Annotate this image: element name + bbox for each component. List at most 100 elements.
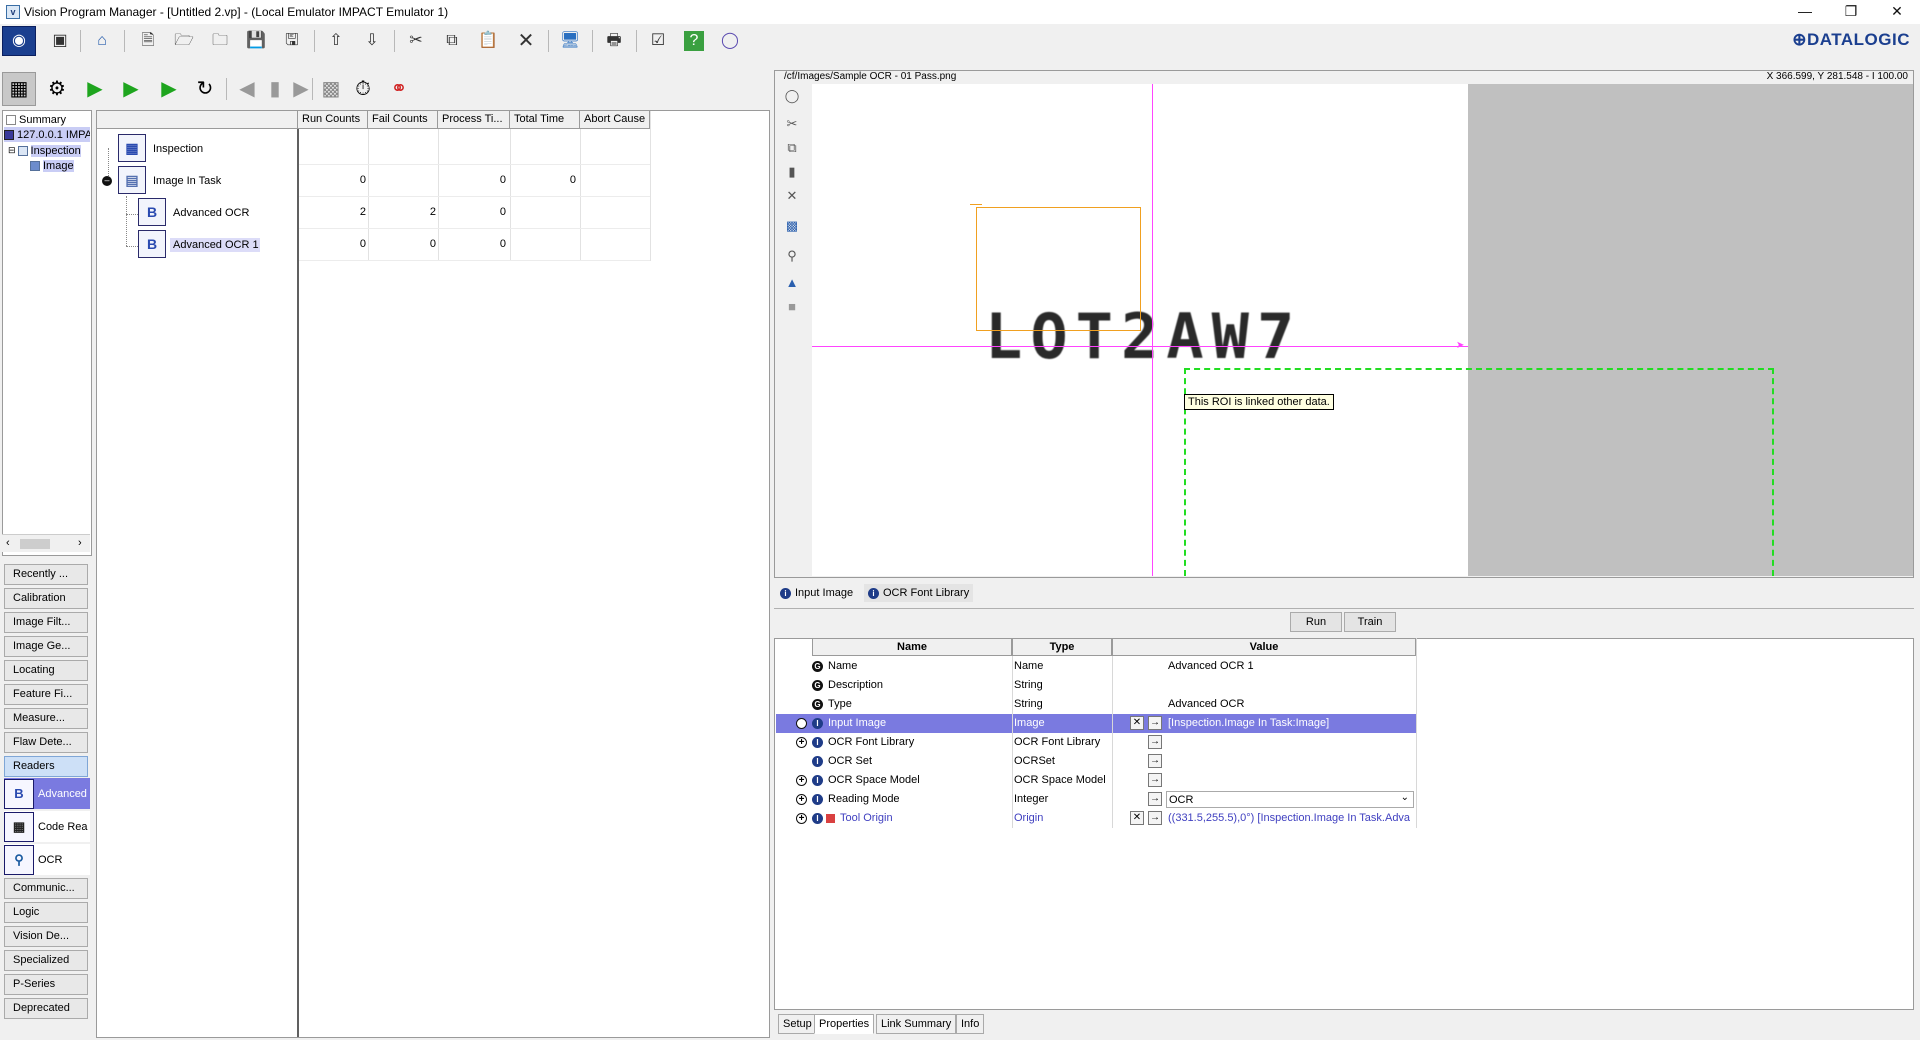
reading-mode-select[interactable]: OCR ⌄: [1166, 791, 1414, 808]
folder-button[interactable]: 🗀: [206, 28, 234, 54]
vision-mode-button[interactable]: ◉: [2, 26, 36, 56]
run-tool-button[interactable]: Run: [1290, 612, 1342, 632]
category-readers[interactable]: Readers: [4, 756, 88, 777]
column-fail-counts[interactable]: Fail Counts: [368, 111, 438, 129]
delete-tool[interactable]: ✕: [782, 186, 802, 206]
settings-button[interactable]: ⚙: [40, 72, 74, 106]
tab-properties[interactable]: Properties: [814, 1014, 875, 1034]
run-button[interactable]: ▶: [78, 72, 112, 106]
monitor-button[interactable]: 🖥: [556, 28, 584, 54]
tool-advanced-ocr[interactable]: B Advanced: [4, 778, 90, 809]
train-button[interactable]: Train: [1344, 612, 1396, 632]
minimize-button[interactable]: —: [1782, 0, 1828, 24]
close-window-button[interactable]: ✕: [1874, 0, 1920, 24]
tree-item-inspection[interactable]: ⊟ Inspection: [8, 143, 90, 158]
paste-button[interactable]: 📋: [474, 28, 502, 54]
tab-info[interactable]: Info: [956, 1014, 985, 1034]
column-process-time[interactable]: Process Ti...: [438, 111, 510, 129]
link-button[interactable]: →: [1148, 716, 1162, 730]
save-all-button[interactable]: 🖫: [278, 28, 306, 54]
roi-handle[interactable]: [970, 204, 982, 205]
task-row-image-in-task[interactable]: ▤: [118, 166, 146, 194]
overlay-tool[interactable]: ▩: [782, 216, 802, 236]
task-row-inspection[interactable]: ▦: [118, 134, 146, 162]
upload-button[interactable]: ⇧: [322, 28, 350, 54]
prop-value[interactable]: ((331.5,255.5),0°) [Inspection.Image In …: [1168, 809, 1414, 828]
tree-item-summary[interactable]: Summary: [6, 112, 90, 127]
column-total-time[interactable]: Total Time: [510, 111, 580, 129]
expand-icon[interactable]: +: [796, 813, 807, 824]
link-button[interactable]: →: [1148, 754, 1162, 768]
collapse-icon[interactable]: –: [102, 176, 112, 186]
restore-button[interactable]: ❐: [1828, 0, 1874, 24]
tree-horizontal-scrollbar[interactable]: ‹ ›: [2, 534, 90, 552]
link-button[interactable]: →: [1148, 773, 1162, 787]
category-vision-devices[interactable]: Vision De...: [4, 926, 88, 947]
copy-tool[interactable]: ⧉: [782, 138, 802, 158]
category-p-series[interactable]: P-Series: [4, 974, 88, 995]
prop-value[interactable]: [Inspection.Image In Task:Image]: [1168, 714, 1414, 733]
tab-input-image[interactable]: i Input Image: [780, 584, 853, 602]
new-button[interactable]: 🗎: [134, 28, 162, 54]
prop-row-ocr-space-model[interactable]: + I OCR Space Model OCR Space Model →: [776, 771, 1416, 790]
column-run-counts[interactable]: Run Counts: [298, 111, 368, 129]
category-recently[interactable]: Recently ...: [4, 564, 88, 585]
home-button[interactable]: ⌂: [88, 28, 116, 54]
timer-button[interactable]: ⏱: [346, 72, 380, 106]
category-image-geometry[interactable]: Image Ge...: [4, 636, 88, 657]
task-row-advanced-ocr-1[interactable]: B: [138, 230, 166, 258]
download-button[interactable]: ⇩: [358, 28, 386, 54]
tool-ocr[interactable]: ⚲ OCR: [4, 844, 90, 875]
link-button[interactable]: →: [1148, 735, 1162, 749]
pointer-tool[interactable]: ◯: [782, 86, 802, 106]
fit-tool[interactable]: ■: [782, 296, 802, 316]
delete-button[interactable]: ✕: [512, 28, 540, 54]
category-deprecated[interactable]: Deprecated: [4, 998, 88, 1019]
prop-value[interactable]: [1168, 733, 1414, 752]
expand-icon[interactable]: +: [796, 794, 807, 805]
prop-row-input-image[interactable]: + I Input Image Image ✕ → [Inspection.Im…: [776, 714, 1416, 733]
prop-value[interactable]: [1168, 752, 1414, 771]
checklist-button[interactable]: ☑: [644, 28, 672, 54]
zoom-tool[interactable]: ⚲: [782, 246, 802, 266]
cut-tool[interactable]: ✂: [782, 114, 802, 134]
category-specialized[interactable]: Specialized: [4, 950, 88, 971]
tab-setup[interactable]: Setup: [778, 1014, 817, 1034]
link-button[interactable]: →: [1148, 792, 1162, 806]
category-feature-finding[interactable]: Feature Fi...: [4, 684, 88, 705]
tree-item-device[interactable]: 127.0.0.1 IMPA: [4, 127, 90, 142]
prop-value[interactable]: [1168, 676, 1414, 695]
tool-code-reader[interactable]: ▦ Code Rea: [4, 811, 90, 842]
cut-button[interactable]: ✂: [402, 28, 430, 54]
prop-value[interactable]: [1168, 771, 1414, 790]
prop-row-type[interactable]: G Type String Advanced OCR: [776, 695, 1416, 714]
copy-button[interactable]: ⧉: [438, 28, 466, 54]
scroll-left-icon[interactable]: ‹: [6, 537, 10, 549]
roi-search-region[interactable]: [976, 207, 1141, 331]
step-run-button[interactable]: ▶: [114, 72, 148, 106]
prop-row-ocr-font-library[interactable]: + I OCR Font Library OCR Font Library →: [776, 733, 1416, 752]
scroll-thumb[interactable]: [20, 539, 50, 549]
loop-button[interactable]: ↻: [188, 72, 222, 106]
edit-mode-button[interactable]: ▦: [2, 72, 36, 106]
prop-row-reading-mode[interactable]: + I Reading Mode Integer → OCR ⌄: [776, 790, 1416, 809]
prop-value[interactable]: Advanced OCR 1: [1168, 657, 1414, 676]
category-calibration[interactable]: Calibration: [4, 588, 88, 609]
prop-value[interactable]: Advanced OCR: [1168, 695, 1414, 714]
tree-item-image[interactable]: Image: [30, 158, 90, 173]
category-locating[interactable]: Locating: [4, 660, 88, 681]
link-button[interactable]: ⚭: [382, 72, 416, 106]
prop-row-tool-origin[interactable]: + I Tool Origin Origin ✕ → ((331.5,255.5…: [776, 809, 1416, 828]
run-once-button[interactable]: ▶: [152, 72, 186, 106]
clear-link-button[interactable]: ✕: [1130, 811, 1144, 825]
save-button[interactable]: 💾: [242, 28, 270, 54]
category-communication[interactable]: Communic...: [4, 878, 88, 899]
expand-icon[interactable]: +: [796, 737, 807, 748]
expand-icon[interactable]: +: [796, 775, 807, 786]
category-measure[interactable]: Measure...: [4, 708, 88, 729]
category-logic[interactable]: Logic: [4, 902, 88, 923]
tab-link-summary[interactable]: Link Summary: [876, 1014, 957, 1034]
about-button[interactable]: ◯: [716, 28, 744, 54]
task-row-advanced-ocr[interactable]: B: [138, 198, 166, 226]
paste-tool[interactable]: ▮: [782, 162, 802, 182]
